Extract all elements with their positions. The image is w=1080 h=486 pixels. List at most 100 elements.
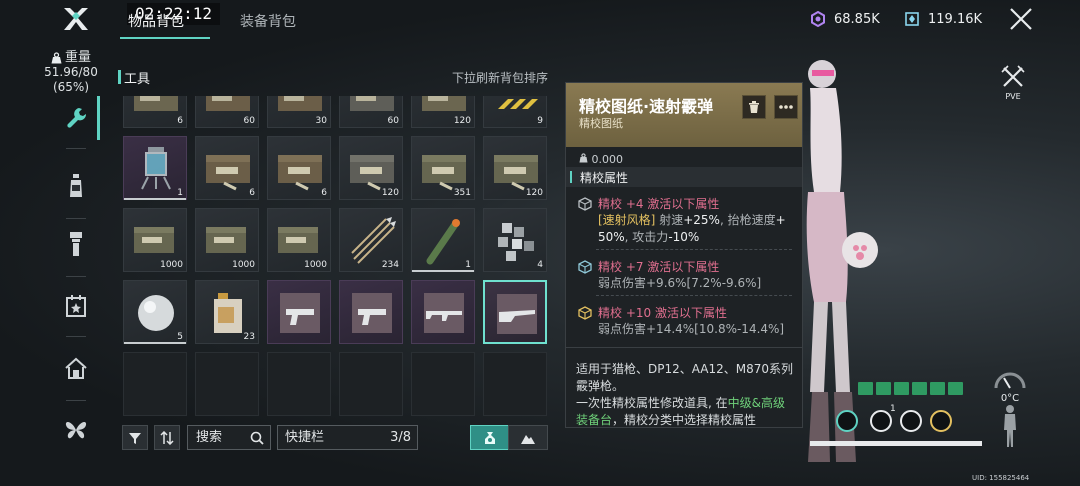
pistol-blueprint-icon	[280, 293, 320, 333]
inventory-slot[interactable]: 234	[339, 208, 403, 272]
section-accent-bar	[118, 70, 121, 84]
weight-indicator: 重量 51.96/80 (65%)	[40, 50, 102, 95]
inventory-slot[interactable]: 6	[195, 136, 259, 200]
empty-slot[interactable]	[411, 352, 475, 416]
nav-events[interactable]	[58, 288, 94, 324]
status-effects	[858, 382, 963, 395]
sort-hint[interactable]: 下拉刷新背包排序	[452, 69, 548, 86]
nav-home[interactable]	[58, 350, 94, 386]
inventory-slot[interactable]: 120	[483, 136, 547, 200]
tab-item-bag[interactable]: 物品背包	[128, 11, 184, 31]
game-logo-icon[interactable]	[62, 6, 90, 32]
bag-view-toggle[interactable]	[470, 425, 510, 450]
health-bar	[810, 441, 982, 446]
desc-line: 霰弹枪。	[576, 379, 625, 393]
mountain-icon	[521, 434, 535, 444]
inventory-slot[interactable]: 5	[123, 280, 187, 344]
inventory-slot[interactable]: 23	[195, 280, 259, 344]
nav-tools[interactable]	[58, 100, 94, 136]
item-count: 9	[537, 116, 543, 126]
item-count: 351	[453, 188, 471, 198]
empty-slot[interactable]	[483, 352, 547, 416]
inventory-slot[interactable]: 30	[267, 96, 331, 128]
sort-button[interactable]	[154, 425, 180, 450]
item-count: 1000	[160, 260, 183, 270]
item-count: 234	[381, 260, 399, 270]
nav-equipment[interactable]	[58, 226, 94, 262]
inventory-slot[interactable]: 351	[411, 136, 475, 200]
inventory-slot[interactable]: 60	[195, 96, 259, 128]
empty-slot[interactable]	[339, 352, 403, 416]
status-icon	[876, 382, 891, 395]
empty-slot[interactable]	[195, 352, 259, 416]
item-count: 1	[177, 188, 183, 198]
tooltip-description: 适用于猎枪、DP12、AA12、M870系列 霰弹枪。 一次性精校属性修改道具,…	[576, 361, 798, 427]
filter-icon	[129, 432, 141, 444]
tier-divider	[596, 295, 792, 296]
tooltip-weight-value: 0.000	[591, 153, 624, 166]
refine-tier-10: 精校 +10 激活以下属性 弱点伤害+14.4%[10.8%-14.4%]	[578, 305, 793, 338]
inventory-slot[interactable]: 1	[411, 208, 475, 272]
inventory-slot[interactable]: 1000	[267, 208, 331, 272]
inventory-slot[interactable]: 1000	[195, 208, 259, 272]
inventory-slot[interactable]: 60	[339, 96, 403, 128]
refine-tier-7: 精校 +7 激活以下属性 弱点伤害+9.6%[7.2%-9.6%]	[578, 259, 793, 292]
section-accent-bar	[570, 171, 572, 183]
tooltip-weight: 0.000	[579, 153, 623, 166]
terrain-view-toggle[interactable]	[508, 425, 548, 450]
currency-energy: 68.85K	[810, 11, 880, 27]
inventory-slot[interactable]: 6	[123, 96, 187, 128]
currency-crystal: 119.16K	[904, 11, 982, 27]
item-count: 60	[243, 116, 255, 126]
close-icon[interactable]	[1008, 6, 1034, 32]
inventory-slot[interactable]	[339, 280, 403, 344]
tier-cube-icon	[578, 260, 592, 274]
inventory-slot[interactable]: 1	[123, 136, 187, 200]
inventory-slot[interactable]	[411, 280, 475, 344]
tier-header: 精校 +10 激活以下属性	[598, 306, 727, 320]
status-icon	[930, 382, 945, 395]
section-title: 工具	[124, 72, 151, 87]
stamina-meter-icon	[836, 410, 858, 432]
inventory-grid[interactable]: 6 60 30 60 120 9 1 6 6 120 351 120 1000 …	[120, 96, 550, 416]
more-options-button[interactable]	[774, 95, 798, 119]
slot-underline	[124, 342, 186, 344]
quickbar-button[interactable]: 快捷栏 3/8	[277, 425, 418, 450]
tab-equipment-bag[interactable]: 装备背包	[240, 11, 296, 31]
energy-coin-icon	[811, 11, 825, 27]
discard-button[interactable]	[742, 95, 766, 119]
quickbar-label: 快捷栏	[285, 430, 325, 445]
pve-mode-indicator[interactable]: PVE	[998, 64, 1028, 101]
item-count: 23	[243, 332, 255, 342]
nav-cosmetics[interactable]	[58, 412, 94, 448]
slot-underline	[124, 198, 186, 200]
item-count: 5	[177, 332, 183, 342]
empty-slot[interactable]	[267, 352, 331, 416]
inventory-slot[interactable]: 120	[339, 136, 403, 200]
weight-label: 重量	[64, 50, 91, 65]
inventory-slot-selected[interactable]	[483, 280, 547, 344]
filter-button[interactable]	[122, 425, 148, 450]
temperature-gauge: 0°C	[990, 368, 1030, 451]
stat-value: -10%	[668, 230, 700, 244]
body-silhouette-icon	[1004, 405, 1016, 447]
stat-value: +	[775, 213, 786, 227]
mode-label: PVE	[1005, 92, 1021, 101]
item-count: 1000	[304, 260, 327, 270]
empty-slot[interactable]	[123, 352, 187, 416]
inventory-slot[interactable]: 1000	[123, 208, 187, 272]
home-icon	[65, 357, 87, 379]
search-label: 搜索	[196, 430, 223, 445]
inventory-slot[interactable]: 6	[267, 136, 331, 200]
inventory-slot[interactable]: 9	[483, 96, 547, 128]
item-count: 6	[177, 116, 183, 126]
inventory-section-header: 工具 下拉刷新背包排序	[118, 68, 548, 87]
nav-consumables[interactable]	[58, 168, 94, 204]
item-count: 30	[315, 116, 327, 126]
inventory-slot[interactable]	[267, 280, 331, 344]
character-model[interactable]	[800, 42, 920, 462]
inventory-slot[interactable]: 4	[483, 208, 547, 272]
search-input[interactable]: 搜索	[187, 425, 271, 450]
inventory-slot[interactable]: 120	[411, 96, 475, 128]
trash-icon	[749, 101, 759, 113]
